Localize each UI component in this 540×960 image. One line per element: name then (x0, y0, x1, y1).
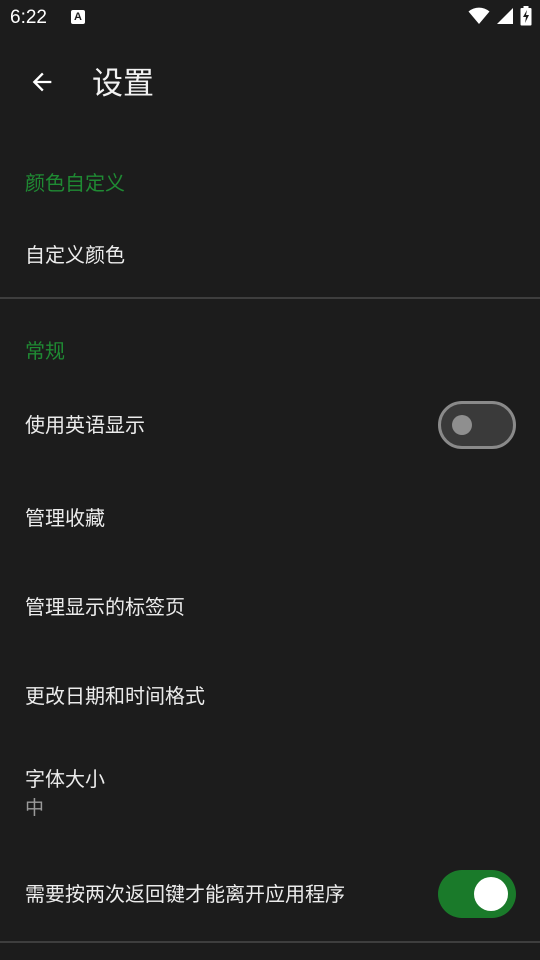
english-display-item[interactable]: 使用英语显示 (0, 382, 540, 470)
english-display-label: 使用英语显示 (25, 413, 145, 437)
manage-tabs-label: 管理显示的标签页 (25, 595, 185, 619)
page-title: 设置 (92, 66, 154, 102)
section-header-color: 颜色自定义 (25, 171, 125, 195)
manage-favorites-item[interactable]: 管理收藏 (0, 475, 540, 561)
switch-knob (452, 415, 472, 435)
double-back-exit-switch[interactable] (438, 870, 516, 918)
app-bar: 设置 (0, 36, 540, 132)
date-time-format-item[interactable]: 更改日期和时间格式 (0, 653, 540, 739)
double-back-exit-label: 需要按两次返回键才能离开应用程序 (25, 882, 345, 906)
english-display-switch[interactable] (438, 401, 516, 449)
date-time-format-label: 更改日期和时间格式 (25, 684, 205, 708)
status-time: 6:22 (10, 7, 47, 28)
custom-color-item[interactable]: 自定义颜色 (0, 222, 540, 288)
font-size-label: 字体大小 (25, 767, 105, 791)
status-icons (468, 6, 532, 30)
bottom-divider (0, 941, 540, 943)
signal-icon (496, 7, 514, 29)
font-size-item[interactable]: 字体大小 中 (0, 742, 540, 842)
section-divider (0, 297, 540, 299)
back-button[interactable] (20, 60, 64, 108)
custom-color-label: 自定义颜色 (25, 243, 125, 267)
font-size-value: 中 (25, 797, 45, 819)
section-header-general: 常规 (25, 339, 65, 363)
manage-favorites-label: 管理收藏 (25, 506, 105, 530)
arrow-left-icon (28, 68, 56, 100)
manage-tabs-item[interactable]: 管理显示的标签页 (0, 564, 540, 650)
notification-a-icon: A (71, 10, 85, 24)
status-bar: 6:22 A (0, 0, 540, 36)
battery-charging-icon (520, 6, 532, 30)
switch-knob (474, 877, 508, 911)
double-back-exit-item[interactable]: 需要按两次返回键才能离开应用程序 (0, 848, 540, 940)
wifi-icon (468, 7, 490, 29)
